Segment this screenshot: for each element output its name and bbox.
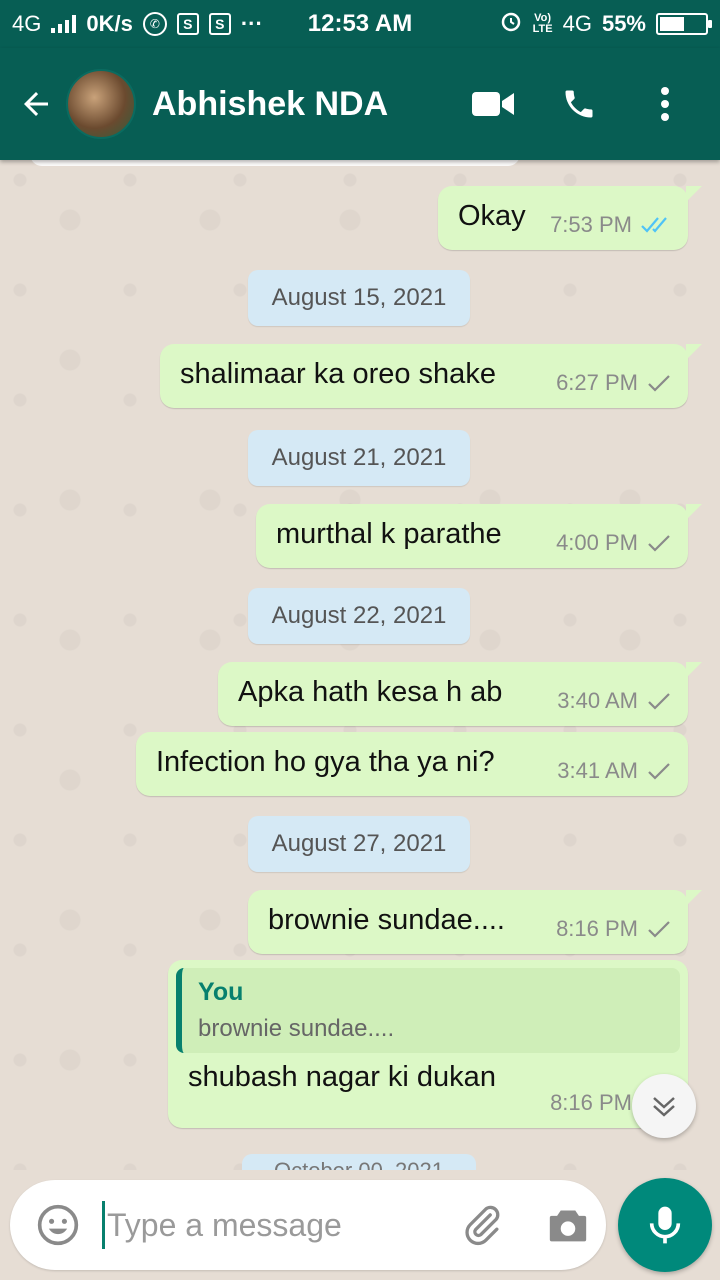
signal-icon: [51, 15, 77, 33]
voice-message-button[interactable]: [618, 1178, 712, 1272]
message-time: 3:41 AM: [557, 758, 638, 783]
date-separator: August 22, 2021: [248, 588, 470, 644]
partial-message-top: [30, 160, 520, 166]
single-tick-icon: [648, 693, 670, 710]
single-tick-icon: [648, 763, 670, 780]
more-notifications-icon: ···: [240, 11, 263, 36]
message-text: murthal k parathe: [276, 518, 502, 550]
alarm-icon: [499, 9, 523, 39]
message-text: Apka hath kesa h ab: [238, 676, 503, 708]
message-time: 4:00 PM: [556, 530, 638, 555]
message-time: 8:16 PM: [556, 916, 638, 941]
message-time: 6:27 PM: [556, 370, 638, 395]
video-call-button[interactable]: [468, 79, 518, 129]
battery-icon: [656, 13, 712, 35]
emoji-icon: [37, 1204, 79, 1246]
whatsapp-icon: ✆: [142, 12, 167, 36]
attach-icon: [465, 1205, 500, 1246]
outgoing-message[interactable]: murthal k parathe 4:00 PM: [256, 504, 702, 568]
network-type-left: 4G: [12, 11, 42, 36]
outgoing-message[interactable]: brownie sundae.... 8:16 PM: [248, 890, 702, 954]
avatar[interactable]: [66, 69, 136, 139]
video-call-icon: [472, 92, 514, 116]
voice-call-icon: [565, 90, 593, 118]
camera-icon: [549, 1210, 587, 1242]
message-text: Okay: [458, 200, 526, 232]
outgoing-message[interactable]: shalimaar ka oreo shake 6:27 PM: [160, 344, 702, 408]
message-text: shalimaar ka oreo shake: [180, 358, 496, 390]
single-tick-icon: [648, 921, 670, 938]
double-tick-read-icon: [641, 217, 667, 233]
outgoing-message[interactable]: Infection ho gya tha ya ni? 3:41 AM: [136, 732, 688, 796]
mic-icon: [649, 1206, 681, 1244]
message-time: 8:16 PM: [550, 1090, 632, 1115]
voice-call-button[interactable]: [554, 79, 604, 129]
date-separator: August 27, 2021: [248, 816, 470, 872]
outgoing-reply-message[interactable]: You brownie sundae.... shubash nagar ki …: [168, 960, 688, 1128]
message-text: brownie sundae....: [268, 904, 505, 936]
message-composer: [10, 1180, 606, 1270]
camera-button[interactable]: [540, 1197, 596, 1253]
outgoing-message[interactable]: Apka hath kesa h ab 3:40 AM: [218, 662, 702, 726]
network-type-right: 4G: [562, 11, 592, 36]
chat-header: Abhishek NDA: [0, 48, 720, 160]
scroll-to-bottom-button[interactable]: [632, 1074, 696, 1138]
back-arrow-icon: [24, 92, 48, 116]
single-tick-icon: [648, 535, 670, 552]
quoted-author: You: [198, 978, 244, 1006]
quoted-message[interactable]: You brownie sundae....: [176, 968, 680, 1053]
emoji-button[interactable]: [28, 1195, 88, 1255]
partial-date-separator: October 00, 2021: [242, 1154, 476, 1170]
attach-button[interactable]: [454, 1197, 510, 1253]
message-time: 7:53 PM: [550, 212, 632, 237]
date-separator: August 21, 2021: [248, 430, 470, 486]
more-options-button[interactable]: [640, 79, 690, 129]
more-vert-icon: [661, 87, 669, 121]
message-text: shubash nagar ki dukan: [188, 1061, 496, 1093]
double-chevron-down-icon: [653, 1097, 675, 1117]
volte-icon: Vo) LTE: [532, 12, 553, 35]
network-speed: 0K/s: [86, 11, 133, 36]
battery-percent: 55%: [601, 11, 646, 36]
message-text: Infection ho gya tha ya ni?: [156, 746, 495, 778]
date-separator: August 15, 2021: [248, 270, 470, 326]
screenshot-icon: S: [176, 13, 199, 35]
back-button[interactable]: [6, 74, 66, 134]
message-input[interactable]: [102, 1201, 432, 1249]
status-bar: 4G 0K/s ✆ S S ··· 12:53 AM Vo) LTE 4G 55%: [0, 0, 720, 48]
screenshot-icon-2: S: [208, 13, 231, 35]
message-time: 3:40 AM: [557, 688, 638, 713]
single-tick-icon: [648, 375, 670, 392]
quoted-text: brownie sundae....: [198, 1015, 395, 1042]
contact-name[interactable]: Abhishek NDA: [152, 85, 388, 124]
battery-fill: [660, 17, 685, 31]
chat-area[interactable]: Okay 7:53 PM August 15, 2021 shalimaar k…: [0, 160, 720, 1170]
outgoing-message[interactable]: Okay 7:53 PM: [438, 186, 702, 250]
